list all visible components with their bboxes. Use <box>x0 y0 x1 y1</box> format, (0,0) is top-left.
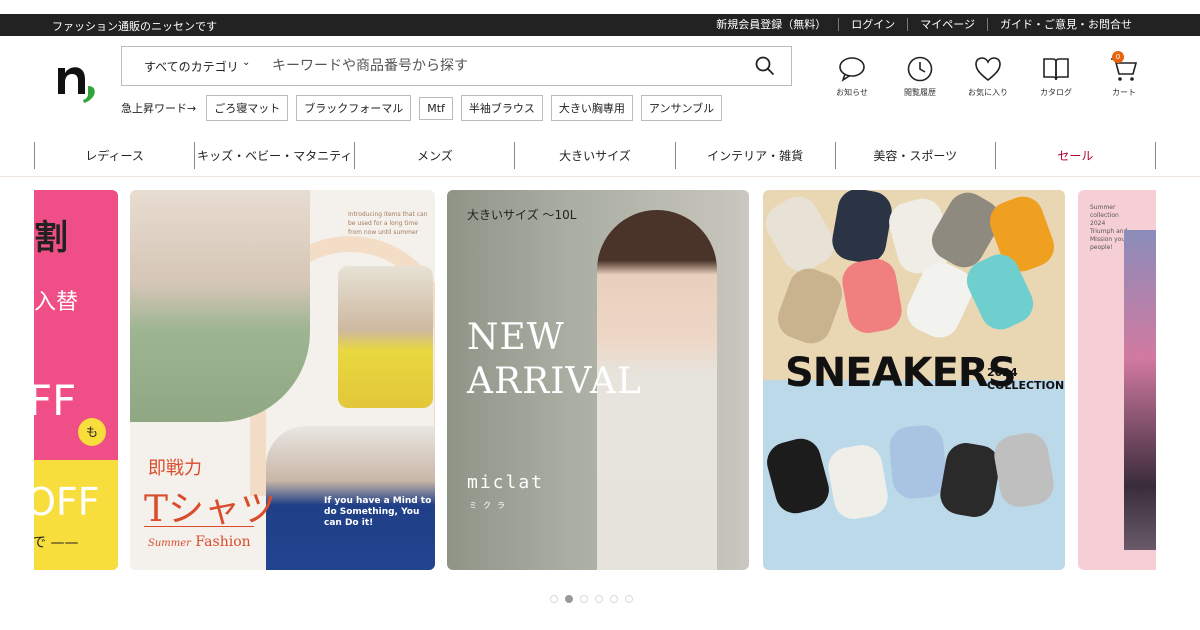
search-button[interactable] <box>739 47 791 85</box>
nissen-logo-icon <box>58 67 95 103</box>
carousel-dot[interactable] <box>595 595 603 603</box>
banner-year: 2024 COLLECTION <box>987 366 1064 392</box>
banner-summer-partial[interactable]: Summer collection 2024 Triumph and Missi… <box>1078 190 1156 570</box>
banner-footer: Summer Fashion <box>148 534 251 550</box>
collection-text: COLLECTION <box>987 379 1065 392</box>
cart-button[interactable]: 0 カート <box>1090 51 1158 98</box>
trending-label: 急上昇ワード→ <box>121 102 197 115</box>
banner-text: FF <box>34 376 77 425</box>
nav-kids-baby-maternity[interactable]: キッズ・ベビー・マタニティ <box>194 142 354 169</box>
chevron-down-icon: ⌄ <box>242 56 251 68</box>
cart-count-badge: 0 <box>1112 51 1124 63</box>
search-input[interactable] <box>272 58 739 74</box>
nav-ladies[interactable]: レディース <box>34 142 194 169</box>
notice-label: お知らせ <box>836 88 868 97</box>
headline-line: ARRIVAL <box>467 361 642 402</box>
category-select[interactable]: すべてのカテゴリ ⌄ <box>122 56 272 75</box>
nav-sale[interactable]: セール <box>994 142 1156 169</box>
nav-large-size[interactable]: 大きいサイズ <box>514 142 674 169</box>
banner-tshirt[interactable]: If you have a Mind to do Something, You … <box>130 190 435 570</box>
brand-name: miclat <box>467 472 545 493</box>
model-photo <box>338 266 433 408</box>
sneaker-image <box>829 190 895 267</box>
notice-button[interactable]: お知らせ <box>818 54 886 98</box>
trending-chip[interactable]: アンサンブル <box>640 95 723 121</box>
nav-divider <box>0 176 1200 177</box>
top-bar: ファッション通販のニッセンです 新規会員登録（無料） ログイン マイページ ガイ… <box>0 0 1200 38</box>
trending-chip[interactable]: 大きい胸専用 <box>550 95 633 121</box>
trending-chip[interactable]: 半袖ブラウス <box>460 95 543 121</box>
year-text: 2024 <box>987 366 1018 379</box>
search-bar: すべてのカテゴリ ⌄ <box>121 46 792 86</box>
banner-headline: NEW ARRIVAL <box>467 316 642 404</box>
sneaker-image <box>772 262 848 350</box>
carousel-dots <box>550 595 633 603</box>
nav-beauty-sports[interactable]: 美容・スポーツ <box>834 142 995 169</box>
banner-tag: 大きいサイズ ～10L <box>467 208 577 222</box>
history-button[interactable]: 閲覧履歴 <box>886 54 954 98</box>
history-label: 閲覧履歴 <box>904 88 936 97</box>
model-photo <box>1124 230 1156 550</box>
chat-bubble-icon <box>839 57 865 82</box>
search-icon <box>755 56 775 76</box>
banner-carousel: 割 入替 FF も OFF で —— If you have a Mind to… <box>0 190 1200 572</box>
headline-line: NEW <box>467 317 565 358</box>
catalog-button[interactable]: カタログ <box>1022 54 1090 98</box>
trending-chip[interactable]: Mtf <box>419 96 453 120</box>
top-bar-strip: ファッション通販のニッセンです 新規会員登録（無料） ログイン マイページ ガイ… <box>0 14 1200 36</box>
brand-kana: ミクラ <box>469 501 511 510</box>
banner-subtitle: 即戦力 <box>148 458 202 479</box>
banner-text: OFF <box>34 480 100 524</box>
top-links: 新規会員登録（無料） ログイン マイページ ガイド・ご意見・お問合せ <box>704 18 1144 31</box>
banner-title: Tシャツ <box>144 489 277 530</box>
sneaker-image <box>839 255 905 337</box>
mypage-link[interactable]: マイページ <box>907 18 987 31</box>
login-link[interactable]: ログイン <box>838 18 907 31</box>
banner-footer-main: Fashion <box>195 534 251 550</box>
banner-footer-small: Summer <box>148 538 191 549</box>
banner-sneakers[interactable]: SNEAKERS 2024 COLLECTION <box>763 190 1065 570</box>
sneaker-image <box>763 190 842 279</box>
cart-label: カート <box>1112 88 1136 97</box>
carousel-dot[interactable] <box>550 595 558 603</box>
banner-miclat[interactable]: 大きいサイズ ～10L NEW ARRIVAL miclat ミクラ <box>447 190 749 570</box>
site-logo[interactable] <box>52 54 108 104</box>
sneaker-image <box>887 423 949 501</box>
header-icons: お知らせ 閲覧履歴 お気に入り カタログ 0 カート <box>818 51 1158 98</box>
banner-rule <box>144 526 254 527</box>
nav-mens[interactable]: メンズ <box>354 142 514 169</box>
category-select-label: すべてのカテゴリ <box>144 59 239 74</box>
category-nav: レディース キッズ・ベビー・マタニティ メンズ 大きいサイズ インテリア・雑貨 … <box>34 142 1156 169</box>
favorites-button[interactable]: お気に入り <box>954 54 1022 98</box>
model-photo: If you have a Mind to do Something, You … <box>266 426 435 570</box>
favorites-label: お気に入り <box>968 88 1008 97</box>
banner-title: SNEAKERS <box>785 350 1016 396</box>
trending-words: 急上昇ワード→ ごろ寝マット ブラックフォーマル Mtf 半袖ブラウス 大きい胸… <box>121 95 730 121</box>
register-link[interactable]: 新規会員登録（無料） <box>704 18 838 31</box>
banner-text: 割 <box>34 218 68 258</box>
heart-icon <box>975 57 1001 82</box>
carousel-dot[interactable] <box>625 595 633 603</box>
banner-sale-partial[interactable]: 割 入替 FF も OFF で —— <box>34 190 118 570</box>
carousel-dot-active[interactable] <box>565 595 573 603</box>
nav-interior[interactable]: インテリア・雑貨 <box>674 142 835 169</box>
guide-link[interactable]: ガイド・ご意見・お問合せ <box>987 18 1144 31</box>
trending-chip[interactable]: ごろ寝マット <box>206 95 289 121</box>
banner-text: で —— <box>34 535 79 551</box>
banner-text: 入替 <box>34 290 79 315</box>
carousel-dot[interactable] <box>580 595 588 603</box>
shirt-print-text: If you have a Mind to do Something, You … <box>324 496 432 528</box>
book-icon <box>1043 58 1069 81</box>
catalog-label: カタログ <box>1040 88 1072 97</box>
trending-chip[interactable]: ブラックフォーマル <box>296 95 412 121</box>
carousel-dot[interactable] <box>610 595 618 603</box>
banner-caption: Introducing items that can be used for a… <box>348 211 428 236</box>
banner-badge: も <box>78 418 106 446</box>
clock-icon <box>907 56 933 82</box>
site-tagline: ファッション通販のニッセンです <box>52 20 217 33</box>
model-photo <box>130 190 310 422</box>
